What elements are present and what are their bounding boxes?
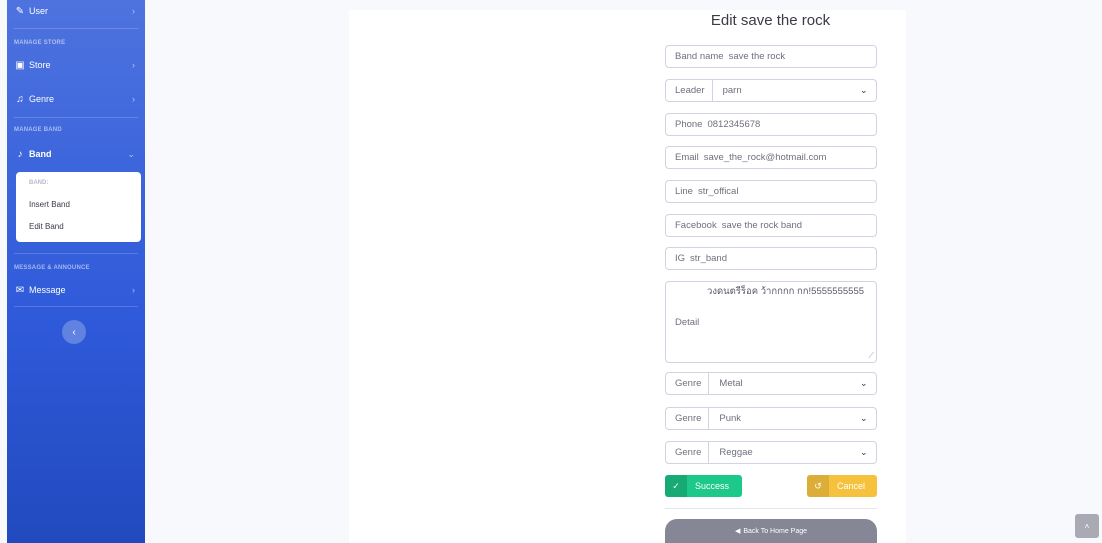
button-label: Success bbox=[695, 481, 730, 491]
field-value[interactable]: Reggae bbox=[709, 447, 860, 458]
chevron-left-icon: ‹ bbox=[72, 326, 76, 338]
chevron-down-icon: ⌄ bbox=[127, 148, 135, 159]
sidebar-item-message[interactable]: ✉ Message › bbox=[7, 277, 145, 303]
sidebar-item-label: Store bbox=[29, 60, 51, 70]
divider bbox=[14, 28, 138, 29]
field-label: Band name bbox=[675, 51, 724, 62]
button-label: Cancel bbox=[837, 481, 866, 491]
field-label: Genre bbox=[666, 442, 710, 463]
chevron-right-icon: › bbox=[132, 6, 135, 16]
genre-select-3[interactable]: Genre Reggae ⌄ bbox=[665, 441, 877, 464]
band-submenu: BAND: Insert Band Edit Band bbox=[16, 172, 141, 242]
undo-icon: ↺ bbox=[807, 475, 829, 497]
sidebar-item-genre[interactable]: ♫ Genre › bbox=[7, 86, 145, 112]
submenu-insert-band[interactable]: Insert Band bbox=[29, 200, 70, 209]
field-label: Line bbox=[675, 186, 693, 197]
chevron-up-icon: ˄ bbox=[1084, 521, 1090, 531]
line-field[interactable]: Line str_offical bbox=[665, 180, 877, 203]
submenu-heading: BAND: bbox=[29, 180, 49, 186]
sidebar-toggle-button[interactable]: ‹ bbox=[62, 320, 86, 344]
email-field[interactable]: Email save_the_rock@hotmail.com bbox=[665, 146, 877, 169]
field-label: Leader bbox=[666, 80, 713, 101]
field-value[interactable]: save_the_rock@hotmail.com bbox=[704, 152, 876, 163]
field-label: Genre bbox=[666, 408, 710, 429]
success-button[interactable]: ✓ Success bbox=[665, 475, 742, 497]
field-value[interactable]: str_band bbox=[690, 253, 876, 264]
field-label: Detail bbox=[675, 317, 700, 328]
field-label: IG bbox=[675, 253, 686, 264]
field-value[interactable]: 0812345678 bbox=[707, 119, 876, 130]
sidebar-item-label: Genre bbox=[29, 94, 55, 104]
chevron-right-icon: › bbox=[132, 94, 135, 104]
user-edit-icon: ✎ bbox=[15, 5, 25, 17]
submenu-edit-band[interactable]: Edit Band bbox=[29, 222, 64, 231]
field-label: Facebook bbox=[675, 220, 717, 231]
leader-select[interactable]: Leader parn ⌄ bbox=[665, 79, 877, 102]
chevron-down-icon: ⌄ bbox=[860, 85, 868, 95]
band-name-field[interactable]: Band name save the rock bbox=[665, 45, 877, 68]
sidebar-heading: MANAGE STORE bbox=[14, 40, 66, 46]
field-value[interactable]: Metal bbox=[709, 378, 860, 389]
field-label: Email bbox=[675, 152, 699, 163]
phone-field[interactable]: Phone 0812345678 bbox=[665, 113, 877, 136]
chevron-right-icon: › bbox=[132, 285, 135, 295]
sidebar-heading: MANAGE BAND bbox=[14, 127, 62, 133]
field-value[interactable]: save the rock band bbox=[722, 220, 876, 231]
store-icon: ▣ bbox=[15, 59, 25, 71]
page-title: Edit save the rock bbox=[710, 12, 831, 29]
message-icon: ✉ bbox=[15, 284, 25, 296]
detail-textarea[interactable]: วงดนตรีร็อค ว้ากกกก กก!5555555555 bbox=[707, 286, 867, 298]
sidebar-item-store[interactable]: ▣ Store › bbox=[7, 52, 145, 78]
sidebar-item-label: User bbox=[29, 6, 49, 16]
chevron-down-icon: ⌄ bbox=[860, 378, 868, 388]
ig-field[interactable]: IG str_band bbox=[665, 247, 877, 270]
sidebar-item-user[interactable]: ✎ User › bbox=[7, 0, 145, 24]
divider bbox=[665, 508, 877, 509]
button-label: Back To Home Page bbox=[743, 527, 808, 535]
sidebar-item-band[interactable]: ♪ Band ⌄ bbox=[7, 141, 145, 167]
genre-select-1[interactable]: Genre Metal ⌄ bbox=[665, 372, 877, 395]
sidebar-item-label: Message bbox=[29, 285, 66, 295]
facebook-field[interactable]: Facebook save the rock band bbox=[665, 214, 877, 237]
field-label: Genre bbox=[666, 373, 710, 394]
detail-field[interactable]: Detail วงดนตรีร็อค ว้ากกกก กก!5555555555… bbox=[665, 281, 877, 363]
field-value[interactable]: Punk bbox=[709, 413, 860, 424]
check-icon: ✓ bbox=[665, 475, 687, 497]
divider bbox=[14, 306, 138, 307]
field-value[interactable]: str_offical bbox=[698, 186, 876, 197]
chevron-right-icon: › bbox=[132, 60, 135, 70]
chevron-down-icon: ⌄ bbox=[860, 447, 868, 457]
divider bbox=[14, 253, 138, 254]
back-home-button[interactable]: ◀ Back To Home Page bbox=[665, 519, 877, 543]
field-label: Phone bbox=[675, 119, 703, 130]
resize-handle-icon[interactable]: ⟋ bbox=[868, 351, 874, 361]
cancel-button[interactable]: ↺ Cancel bbox=[807, 475, 877, 497]
music-icon: ♫ bbox=[16, 93, 24, 105]
field-value[interactable]: save the rock bbox=[729, 51, 876, 62]
chevron-down-icon: ⌄ bbox=[860, 413, 868, 423]
sidebar-item-label: Band bbox=[29, 149, 52, 159]
scroll-to-top-button[interactable]: ˄ bbox=[1075, 514, 1099, 538]
arrow-circle-left-icon: ◀ bbox=[734, 528, 741, 535]
guitar-icon: ♪ bbox=[17, 148, 23, 160]
sidebar: ✎ User › MANAGE STORE ▣ Store › ♫ Genre … bbox=[7, 0, 145, 543]
sidebar-heading: MESSAGE & ANNOUNCE bbox=[14, 265, 90, 271]
genre-select-2[interactable]: Genre Punk ⌄ bbox=[665, 407, 877, 430]
divider bbox=[14, 117, 138, 118]
field-value[interactable]: parn bbox=[713, 85, 860, 96]
